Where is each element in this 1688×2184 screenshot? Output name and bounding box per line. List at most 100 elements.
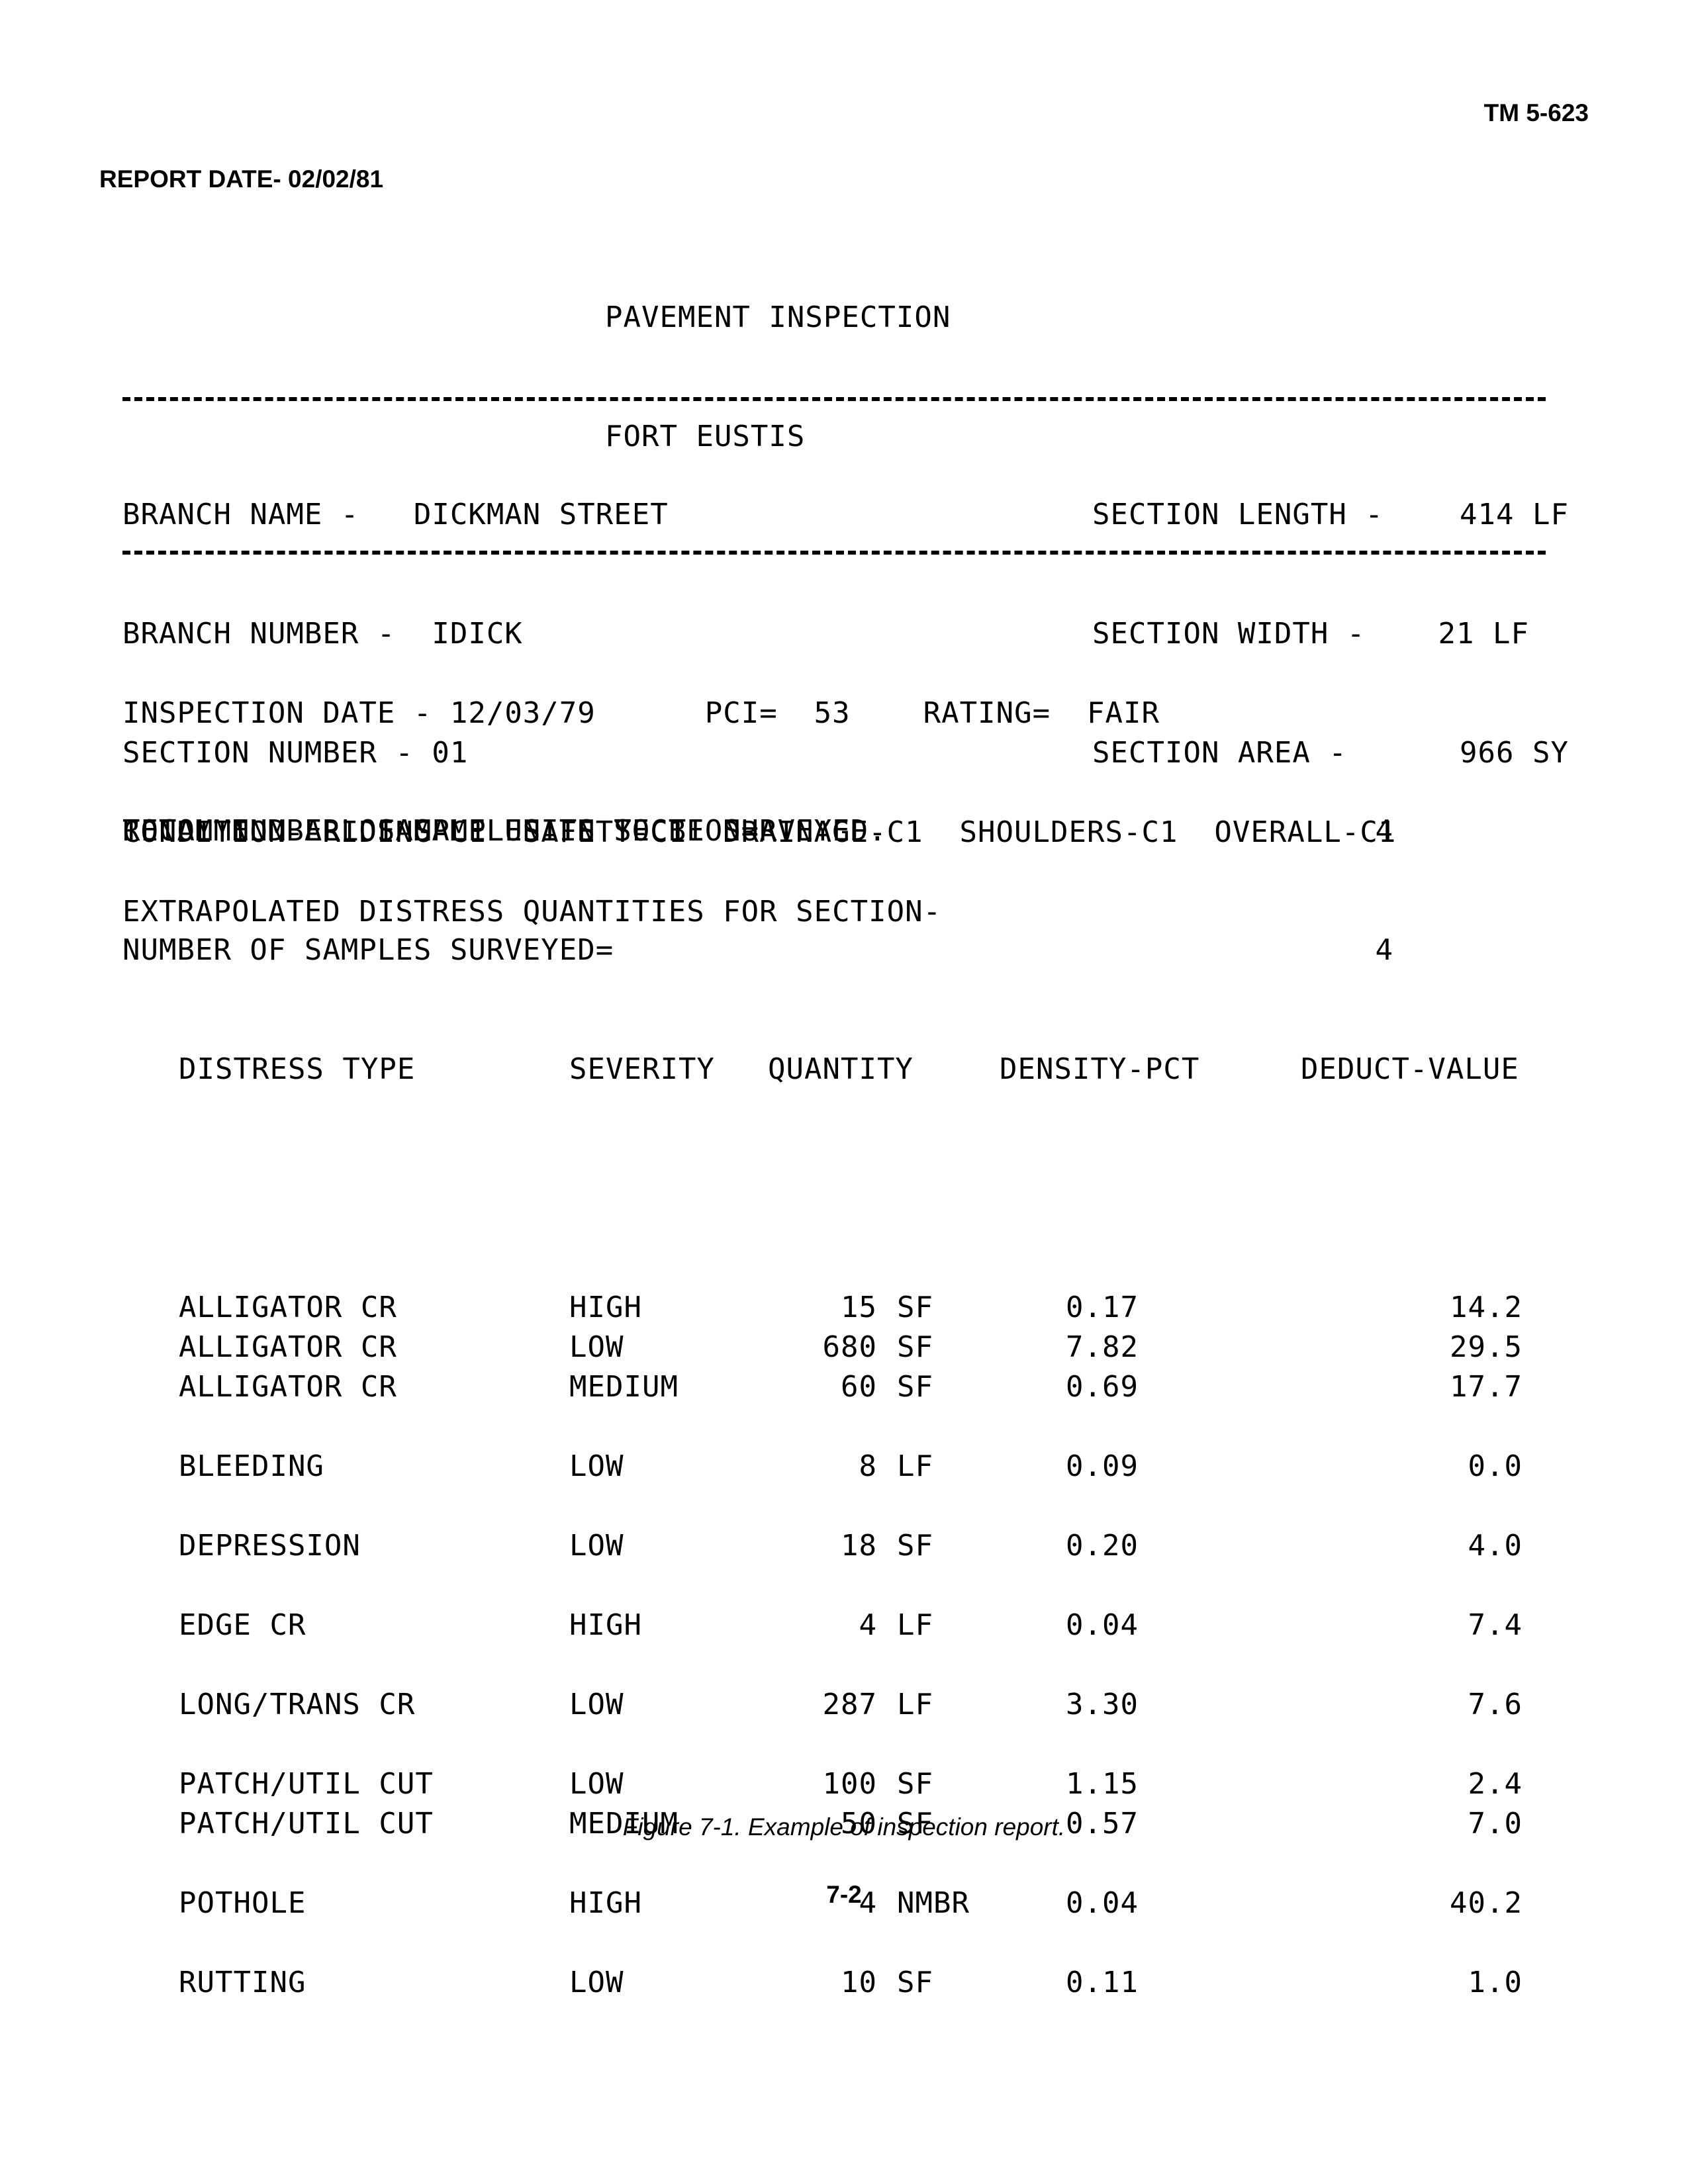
table-header-row: DISTRESS TYPE SEVERITY QUANTITY DENSITY-…	[179, 1050, 1523, 1089]
quantity-cell: 15 SF	[768, 1288, 1105, 1328]
deduct-value-cell: 4.0	[1468, 1529, 1523, 1563]
table-row: BLEEDING LOW 8 LF 0.09 0.0	[179, 1447, 1523, 1486]
table-row: ALLIGATOR CR HIGH 15 SF 0.17 14.2	[179, 1288, 1523, 1328]
deduct-value-cell: 29.5	[1450, 1330, 1523, 1364]
quantity-unit: LF	[897, 1608, 933, 1642]
table-row: RUTTING LOW 10 SF 0.11 1.0	[179, 1963, 1523, 2003]
inspection-date-label: INSPECTION DATE -	[122, 696, 432, 730]
deduct-value-cell: 7.6	[1468, 1688, 1523, 1721]
recommendation-text: RECOMMEND ALL SAMPLE UNITS TO BE SURVEYE…	[122, 814, 887, 848]
quantity-cell: 100 SF	[768, 1764, 1105, 1804]
table-row: LONG/TRANS CR LOW 287 LF 3.30 7.6	[179, 1685, 1523, 1725]
quantity-cell: 680 SF	[768, 1328, 1105, 1367]
dashed-divider-top	[122, 397, 1546, 401]
density-cell: 0.09	[1066, 1449, 1139, 1483]
section-length-label: SECTION LENGTH -	[1092, 498, 1383, 531]
header-distress-type: DISTRESS TYPE	[179, 1052, 416, 1086]
density-cell: 1.15	[1066, 1767, 1139, 1801]
extrapolated-heading: EXTRAPOLATED DISTRESS QUANTITIES FOR SEC…	[122, 895, 942, 929]
dashed-divider-bottom	[122, 551, 1546, 555]
severity-cell: LOW	[569, 1330, 624, 1364]
quantity-unit: SF	[897, 1330, 933, 1364]
header-severity: SEVERITY	[569, 1052, 715, 1086]
distress-type-cell: LONG/TRANS CR	[179, 1688, 416, 1721]
quantity-cell: 10 SF	[768, 1963, 1105, 2003]
density-cell: 0.04	[1066, 1608, 1139, 1642]
header-density-pct: DENSITY-PCT	[1000, 1052, 1200, 1086]
quantity-value: 680	[822, 1330, 877, 1364]
pci-label: PCI=	[704, 696, 778, 730]
severity-cell: LOW	[569, 1767, 624, 1801]
table-row: EDGE CR HIGH 4 LF 0.04 7.4	[179, 1606, 1523, 1645]
quantity-value: 4	[859, 1608, 877, 1642]
density-cell: 3.30	[1066, 1688, 1139, 1721]
density-cell: 0.20	[1066, 1529, 1139, 1563]
section-width-value: 21 LF	[1438, 617, 1529, 651]
quantity-unit: SF	[897, 1966, 933, 1999]
quantity-cell: 8 LF	[768, 1447, 1105, 1486]
table-row: DEPRESSION LOW 18 SF 0.20 4.0	[179, 1526, 1523, 1566]
distress-type-cell: ALLIGATOR CR	[179, 1291, 397, 1324]
figure-caption: Figure 7-1. Example of inspection report…	[622, 1813, 1066, 1841]
distress-type-cell: ALLIGATOR CR	[179, 1370, 397, 1404]
severity-cell: LOW	[569, 1966, 624, 1999]
branch-name-label: BRANCH NAME -	[122, 498, 359, 531]
section-area-value: 966 SY	[1460, 736, 1569, 770]
deduct-value-cell: 1.0	[1468, 1966, 1523, 1999]
quantity-cell: 18 SF	[768, 1526, 1105, 1566]
quantity-cell: 4 LF	[768, 1606, 1105, 1645]
quantity-value: 10	[841, 1966, 877, 1999]
distress-type-cell: PATCH/UTIL CUT	[179, 1767, 434, 1801]
deduct-value-cell: 7.4	[1468, 1608, 1523, 1642]
surveyed-samples-label: NUMBER OF SAMPLES SURVEYED=	[122, 933, 614, 967]
surveyed-samples-value: 4	[1375, 933, 1393, 967]
page-number: 7-2	[826, 1881, 862, 1908]
distress-type-cell: BLEEDING	[179, 1449, 324, 1483]
deduct-value-cell: 14.2	[1450, 1291, 1523, 1324]
density-cell: 0.17	[1066, 1291, 1139, 1324]
quantity-cell: 287 LF	[768, 1685, 1105, 1725]
quantity-value: 8	[859, 1449, 877, 1483]
quantity-unit: LF	[897, 1449, 933, 1483]
severity-cell: HIGH	[569, 1291, 642, 1324]
report-date: REPORT DATE- 02/02/81	[99, 165, 384, 193]
deduct-value-cell: 0.0	[1468, 1449, 1523, 1483]
branch-name-value: DICKMAN STREET	[413, 498, 669, 531]
distress-type-cell: EDGE CR	[179, 1608, 306, 1642]
quantity-cell: 60 SF	[768, 1367, 1105, 1407]
quantity-value: 287	[822, 1688, 877, 1721]
severity-cell: LOW	[569, 1529, 624, 1563]
header-spacer	[179, 1169, 1523, 1208]
table-row: ALLIGATOR CR LOW 680 SF 7.82 29.5	[179, 1328, 1523, 1367]
distress-type-cell: RUTTING	[179, 1966, 306, 1999]
severity-cell: LOW	[569, 1688, 624, 1721]
inspection-date-value: 12/03/79	[449, 696, 596, 730]
quantity-unit: SF	[897, 1767, 933, 1801]
total-samples-value: 4	[1375, 814, 1393, 848]
severity-cell: MEDIUM	[569, 1370, 679, 1404]
quantity-value: 15	[841, 1291, 877, 1324]
density-cell: 0.69	[1066, 1370, 1139, 1404]
density-cell: 0.11	[1066, 1966, 1139, 1999]
quantity-unit: LF	[897, 1688, 933, 1721]
quantity-unit: SF	[897, 1529, 933, 1563]
quantity-value: 100	[822, 1767, 877, 1801]
deduct-value-cell: 2.4	[1468, 1767, 1523, 1801]
section-length-value: 414 LF	[1460, 498, 1569, 531]
quantity-value: 18	[841, 1529, 877, 1563]
severity-cell: LOW	[569, 1449, 624, 1483]
severity-cell: HIGH	[569, 1608, 642, 1642]
header-deduct-value: DEDUCT-VALUE	[1301, 1052, 1519, 1086]
pci-value: 53	[814, 696, 851, 730]
samples-info: TOTAL NUMBER OF SAMPLES IN SECTION= 4 NUM…	[122, 732, 1393, 1010]
document-id: TM 5-623	[1483, 99, 1589, 126]
title-line-1: PAVEMENT INSPECTION	[605, 300, 951, 334]
table-row: ALLIGATOR CR MEDIUM 60 SF 0.69 17.7	[179, 1367, 1523, 1407]
